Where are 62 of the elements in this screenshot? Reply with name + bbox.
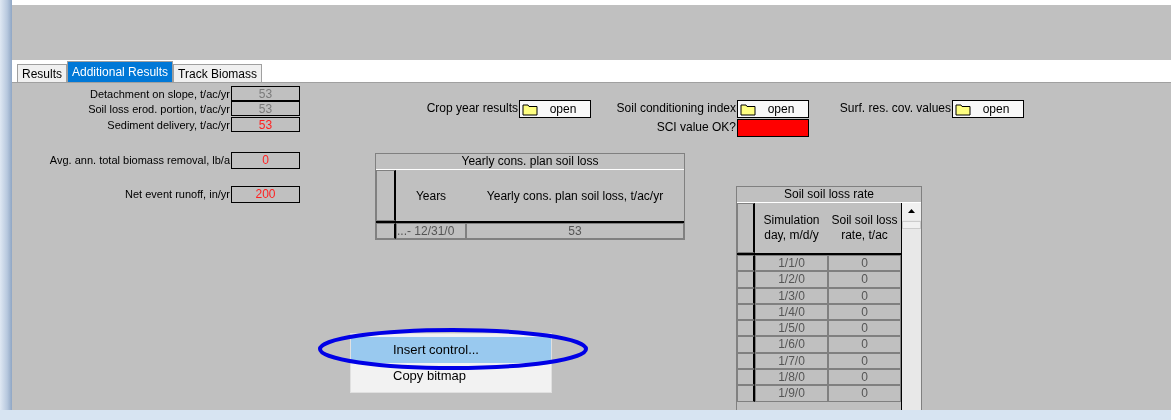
- field-label: Sediment delivery, t/ac/yr: [107, 118, 230, 132]
- scroll-thumb[interactable]: [902, 221, 921, 229]
- field-label: Soil conditioning index: [616, 101, 736, 115]
- row-selector[interactable]: [376, 223, 396, 239]
- row-selector[interactable]: [737, 271, 755, 288]
- folder-icon: [740, 102, 756, 116]
- table-cell: 1/3/0: [755, 287, 828, 304]
- table-cell: 1/8/0: [755, 369, 828, 386]
- table-cell: 0: [828, 320, 901, 337]
- table-cell: 1/5/0: [755, 320, 828, 337]
- table-cell: 1/1/0: [755, 255, 828, 272]
- open-button[interactable]: open: [952, 100, 1024, 118]
- tab[interactable]: Results: [17, 64, 67, 82]
- row-selector[interactable]: [737, 255, 755, 272]
- table-cell: 0: [828, 287, 901, 304]
- field-label: Surf. res. cov. values: [839, 101, 951, 115]
- table-cell: 1/4/0: [755, 303, 828, 321]
- table-cell: 0: [828, 271, 901, 288]
- table-cell: 0: [828, 352, 901, 370]
- column-header: Years: [414, 187, 448, 205]
- open-button[interactable]: open: [519, 100, 591, 118]
- table-cell: 0: [828, 385, 901, 402]
- tab[interactable]: Additional Results: [67, 61, 174, 82]
- row-selector[interactable]: [737, 336, 755, 353]
- table-cell: 1/2/0: [755, 271, 828, 288]
- tab[interactable]: Track Biomass: [173, 64, 262, 82]
- column-header: Yearly cons. plan soil loss, t/ac/yr: [485, 187, 665, 205]
- field-label: Net event runoff, in/yr: [125, 187, 230, 201]
- table-cell: 1/6/0: [755, 336, 828, 353]
- value-field: 0: [231, 152, 300, 169]
- field-label: Avg. ann. total biomass removal, lb/a: [49, 153, 230, 167]
- column-header: Soil soil loss rate, t/ac: [830, 212, 899, 244]
- row-selector[interactable]: [737, 385, 755, 402]
- table-title: Yearly cons. plan soil loss: [376, 154, 684, 170]
- table-cell: 0: [828, 336, 901, 353]
- folder-icon: [955, 102, 971, 116]
- field-label: Detachment on slope, t/ac/yr: [90, 87, 230, 101]
- value-field: 200: [231, 186, 300, 203]
- table-cell: 0: [828, 303, 901, 321]
- value-field: 53: [231, 117, 300, 132]
- value-field: 53: [231, 101, 300, 116]
- table-cell: 0: [828, 255, 901, 272]
- scrollbar[interactable]: [901, 203, 921, 413]
- table-cell: 53: [466, 223, 684, 239]
- menu-item[interactable]: Copy bitmap: [351, 363, 551, 389]
- open-button[interactable]: open: [737, 100, 809, 118]
- value-field: 53: [231, 86, 300, 101]
- column-header: Simulation day, m/d/y: [762, 212, 821, 244]
- table-cell: 1/9/0: [755, 385, 828, 402]
- table-cell: ...- 12/31/0: [396, 223, 466, 239]
- row-selector[interactable]: [376, 170, 396, 221]
- row-selector[interactable]: [737, 320, 755, 337]
- row-selector[interactable]: [737, 369, 755, 386]
- field-label: Soil loss erod. portion, t/ac/yr: [88, 102, 230, 116]
- table-cell: 0: [828, 369, 901, 386]
- field-label: SCI value OK?: [656, 120, 736, 134]
- field-label: Crop year results: [426, 101, 518, 115]
- menu-item[interactable]: Insert control...: [351, 337, 551, 363]
- row-selector[interactable]: [737, 203, 755, 253]
- folder-icon: [522, 102, 538, 116]
- table-cell: 1/7/0: [755, 352, 828, 370]
- scroll-up-icon[interactable]: [902, 203, 921, 220]
